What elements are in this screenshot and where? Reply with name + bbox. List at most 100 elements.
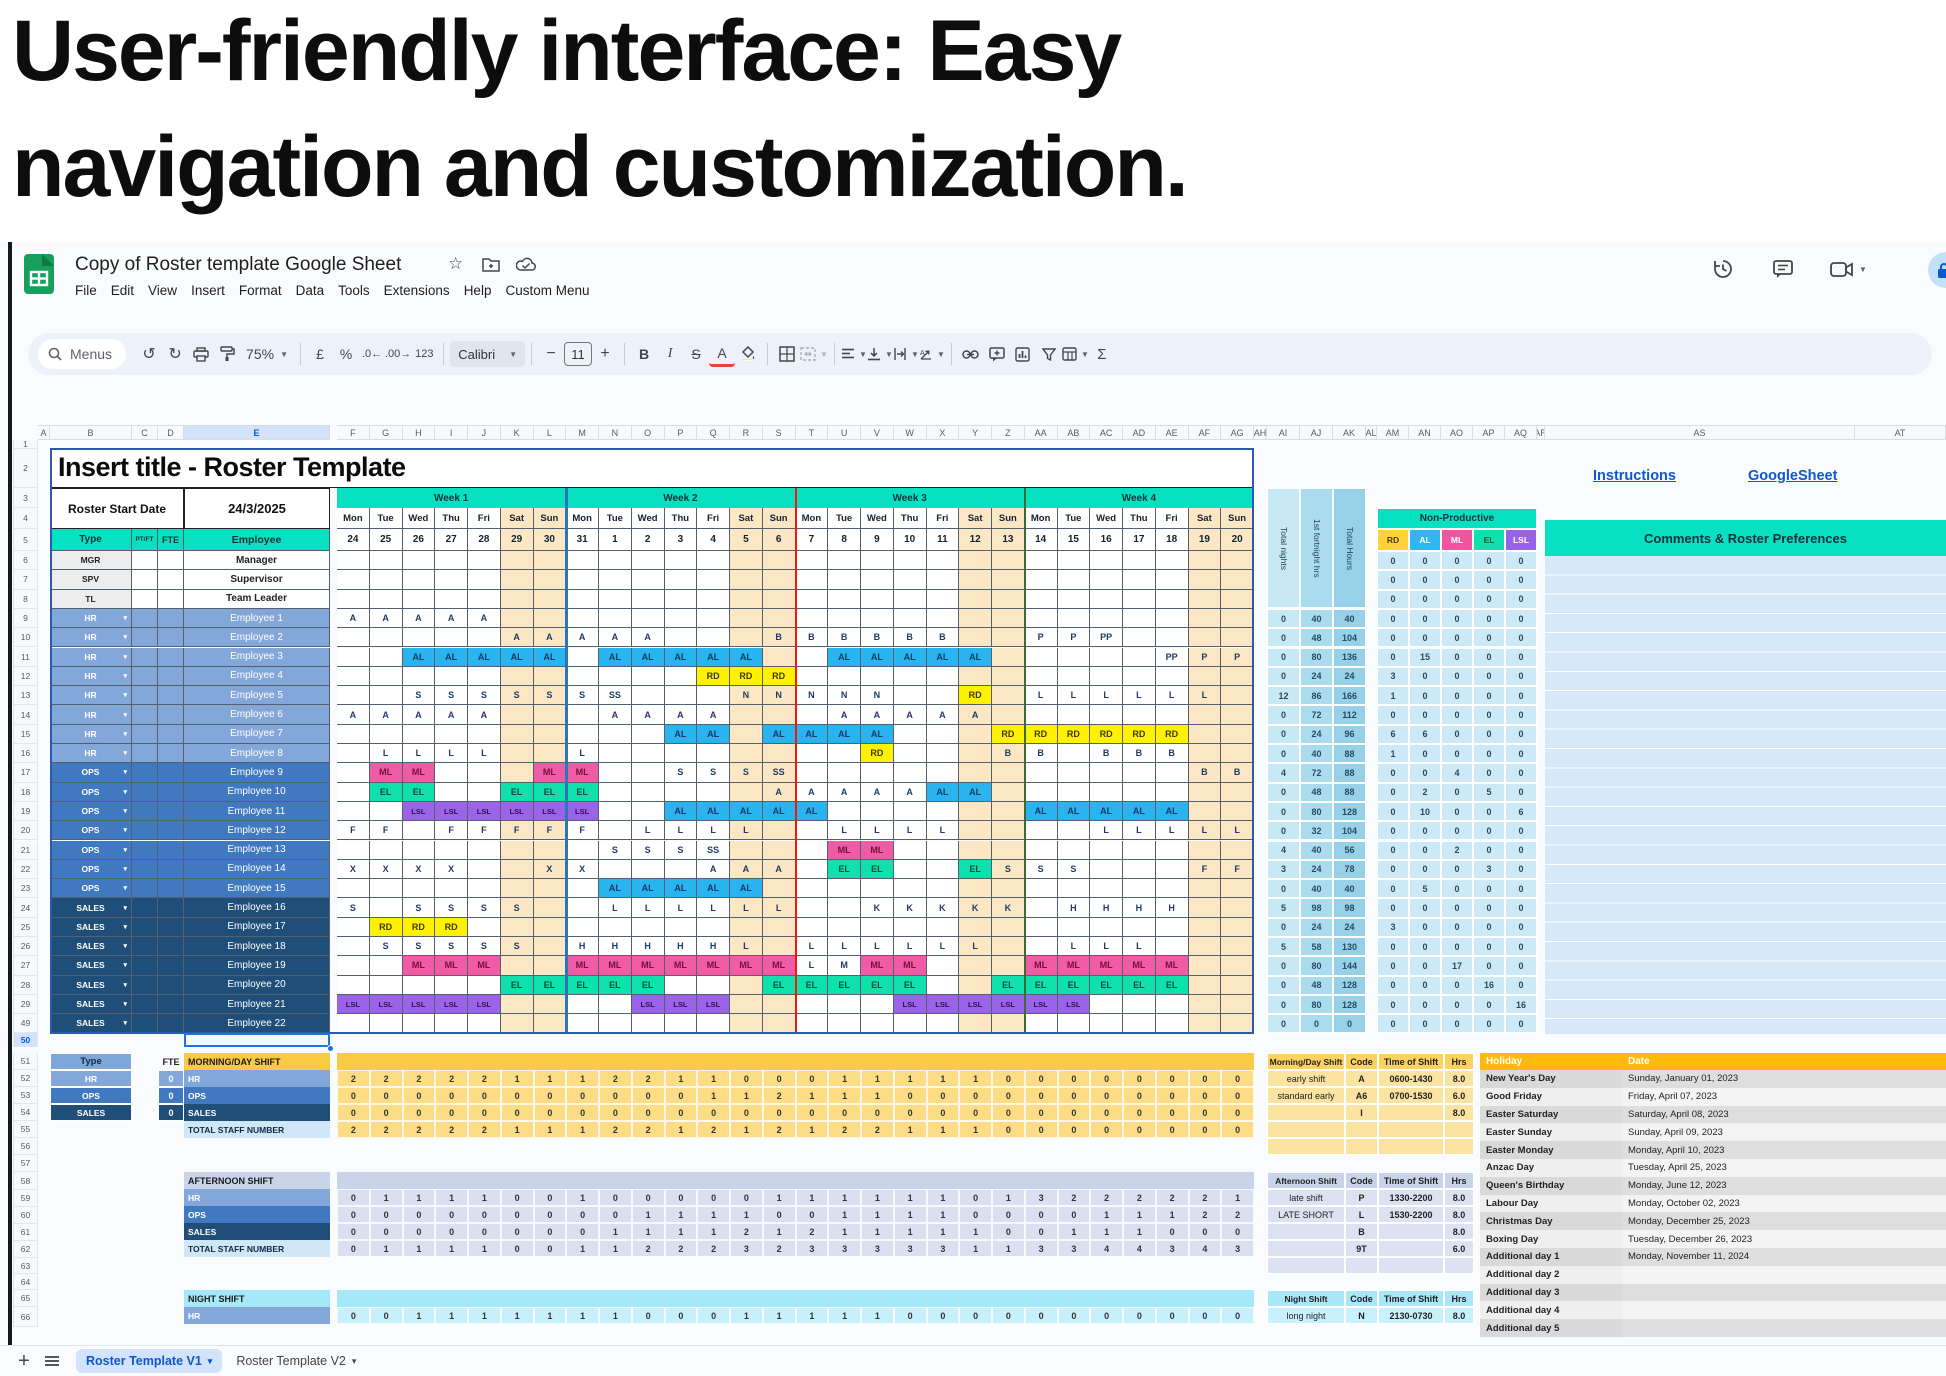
roster-cell[interactable]: RD [697,667,730,686]
roster-cell[interactable]: EL [861,976,894,995]
ptft-cell[interactable] [132,937,158,956]
row-header-7[interactable]: 7 [13,570,38,589]
roster-cell[interactable] [828,802,861,821]
roster-cell[interactable] [1123,783,1156,802]
roster-cell[interactable]: AL [1090,802,1123,821]
roster-cell[interactable]: EL [992,976,1025,995]
type-cell[interactable]: SALES▾ [50,918,132,937]
roster-cell[interactable]: L [927,937,960,956]
roster-cell[interactable]: L [1189,686,1222,705]
roster-cell[interactable] [337,648,370,667]
roster-cell[interactable]: ML [370,763,403,782]
roster-cell[interactable] [665,918,698,937]
roster-cell[interactable] [370,802,403,821]
roster-cell[interactable]: L [828,937,861,956]
roster-cell[interactable] [1221,841,1254,860]
type-cell[interactable]: HR▾ [50,667,132,686]
roster-start-date-value[interactable]: 24/3/2025 [184,488,330,529]
roster-cell[interactable]: A [894,705,927,724]
type-cell[interactable]: OPS▾ [50,821,132,840]
column-header-N[interactable]: N [599,425,632,440]
roster-cell[interactable] [959,744,992,763]
roster-cell[interactable] [435,879,468,898]
roster-cell[interactable]: N [730,686,763,705]
row-header-53[interactable]: 53 [13,1087,38,1104]
roster-cell[interactable] [1221,686,1254,705]
roster-cell[interactable] [435,570,468,589]
roster-cell[interactable] [927,802,960,821]
fte-cell[interactable] [158,841,184,860]
roster-cell[interactable] [796,1014,829,1033]
roster-cell[interactable] [1189,628,1222,647]
column-header-AE[interactable]: AE [1156,425,1189,440]
roster-cell[interactable] [599,918,632,937]
roster-cell[interactable] [337,937,370,956]
roster-cell[interactable]: L [370,744,403,763]
roster-cell[interactable] [1058,1014,1091,1033]
roster-cell[interactable] [337,956,370,975]
roster-cell[interactable] [1221,628,1254,647]
roster-cell[interactable]: B [1123,744,1156,763]
row-header-64[interactable]: 64 [13,1274,38,1290]
roster-cell[interactable] [1189,570,1222,589]
roster-cell[interactable] [1123,551,1156,570]
row-header-13[interactable]: 13 [13,686,38,705]
roster-cell[interactable] [566,667,599,686]
roster-cell[interactable]: B [927,628,960,647]
roster-cell[interactable] [632,686,665,705]
roster-cell[interactable]: S [501,686,534,705]
employee-name-cell[interactable]: Employee 15 [184,879,330,898]
roster-cell[interactable]: AL [665,802,698,821]
roster-cell[interactable] [501,590,534,609]
roster-cell[interactable]: LSL [370,995,403,1014]
roster-cell[interactable] [1189,898,1222,917]
roster-cell[interactable] [1221,609,1254,628]
tab-menu-icon[interactable]: ▾ [352,1356,357,1367]
type-cell[interactable]: SALES▾ [50,937,132,956]
roster-cell[interactable] [1058,763,1091,782]
roster-cell[interactable] [992,590,1025,609]
type-cell[interactable]: SALES▾ [50,1014,132,1033]
column-header-AT[interactable]: AT [1855,425,1946,440]
roster-cell[interactable]: H [566,937,599,956]
roster-cell[interactable]: EL [534,783,567,802]
roster-cell[interactable] [894,590,927,609]
roster-cell[interactable] [1123,705,1156,724]
roster-cell[interactable] [861,1014,894,1033]
roster-cell[interactable] [697,918,730,937]
roster-cell[interactable]: AL [534,648,567,667]
roster-cell[interactable] [534,725,567,744]
roster-cell[interactable] [763,551,796,570]
roster-cell[interactable]: LSL [1058,995,1091,1014]
roster-cell[interactable]: RD [730,667,763,686]
roster-cell[interactable]: AL [599,879,632,898]
ptft-cell[interactable] [132,648,158,667]
roster-cell[interactable] [927,763,960,782]
roster-cell[interactable] [927,609,960,628]
roster-cell[interactable]: LSL [959,995,992,1014]
ptft-cell[interactable] [132,725,158,744]
roster-cell[interactable] [1058,551,1091,570]
roster-cell[interactable] [1025,648,1058,667]
roster-cell[interactable] [927,976,960,995]
roster-cell[interactable]: L [665,898,698,917]
roster-cell[interactable] [697,686,730,705]
ptft-cell[interactable] [132,763,158,782]
roster-cell[interactable]: EL [1090,976,1123,995]
roster-cell[interactable]: AL [1156,802,1189,821]
type-dropdown-icon[interactable]: ▾ [123,672,127,680]
roster-cell[interactable] [1189,937,1222,956]
employee-name-cell[interactable]: Employee 2 [184,628,330,647]
employee-name-cell[interactable]: Employee 13 [184,841,330,860]
roster-cell[interactable] [566,1014,599,1033]
type-cell[interactable]: OPS▾ [50,860,132,879]
roster-cell[interactable] [894,551,927,570]
roster-cell[interactable] [337,570,370,589]
roster-cell[interactable] [763,918,796,937]
employee-name-cell[interactable]: Employee 9 [184,763,330,782]
column-header-C[interactable]: C [132,425,158,440]
roster-cell[interactable]: AL [763,802,796,821]
roster-cell[interactable]: ML [665,956,698,975]
type-dropdown-icon[interactable]: ▾ [123,1019,127,1027]
row-header-25[interactable]: 25 [13,918,38,937]
